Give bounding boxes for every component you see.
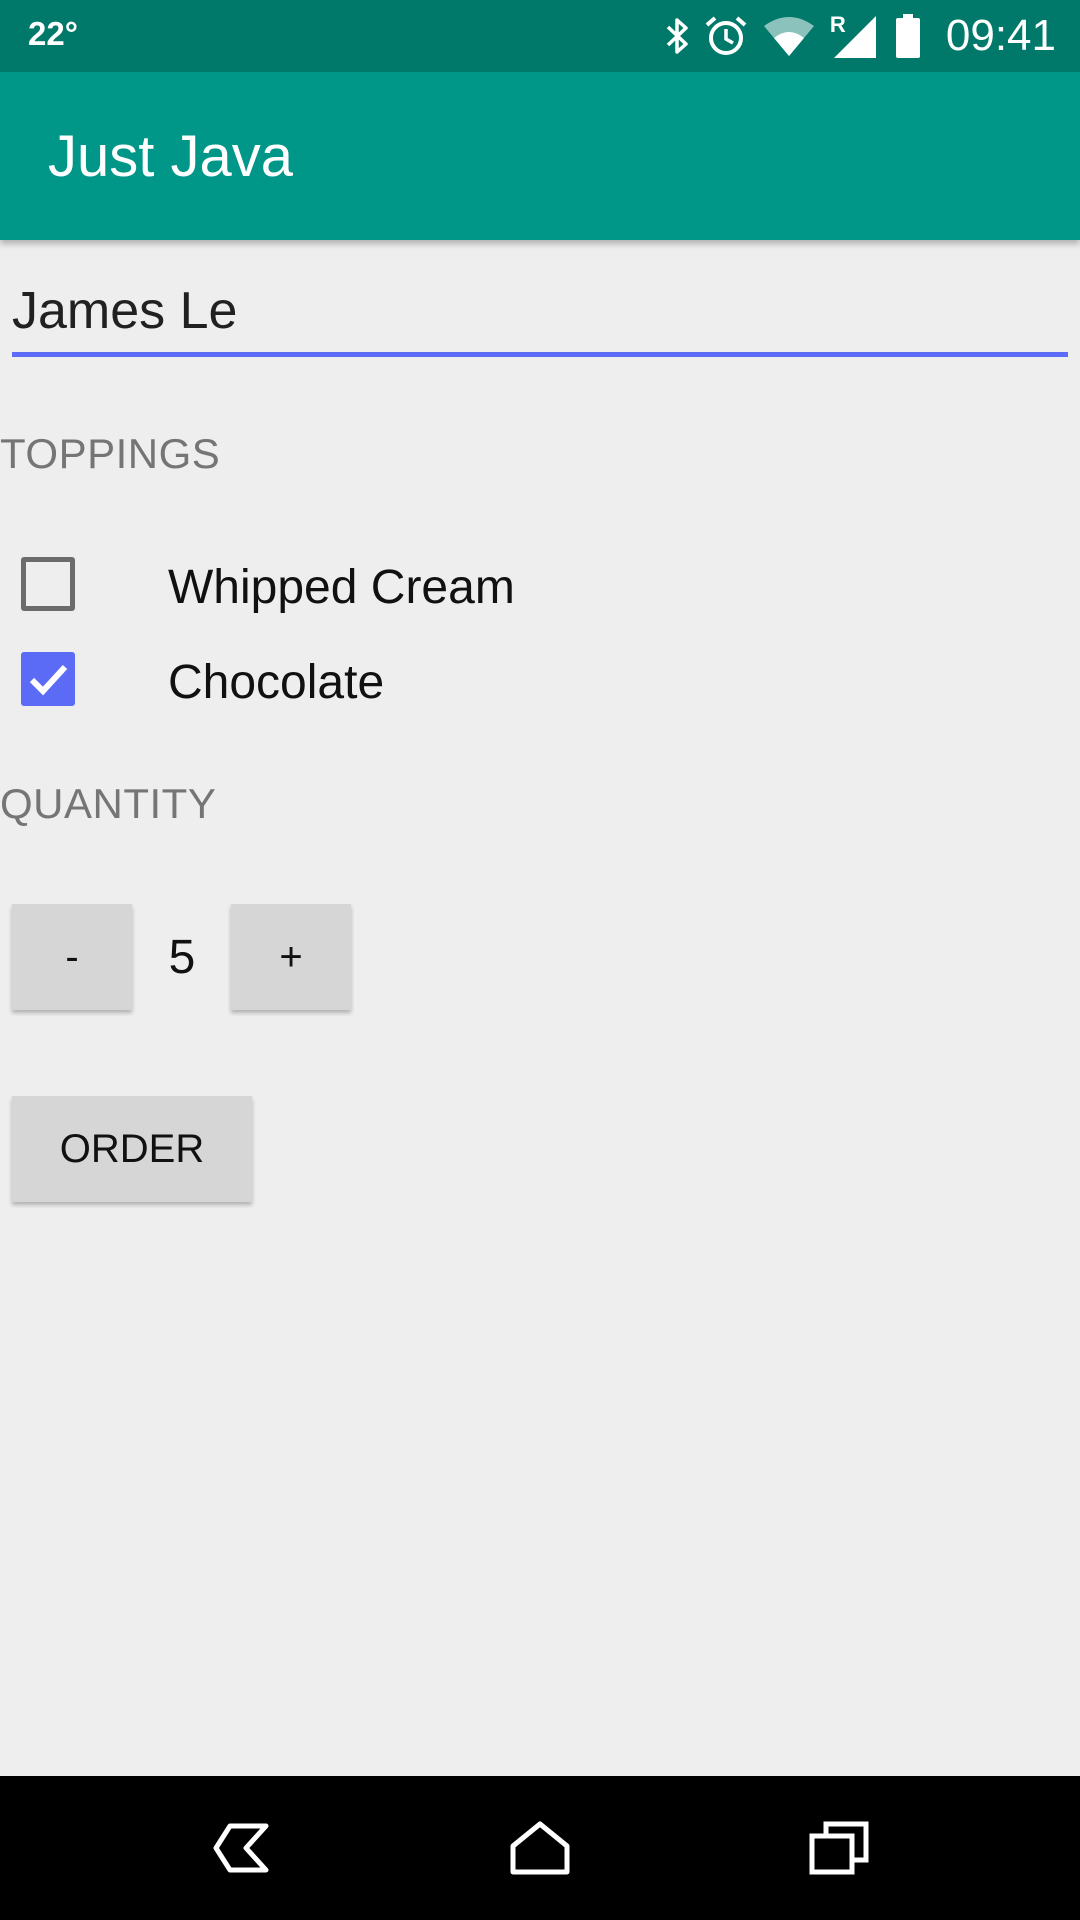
whipped-cream-checkbox[interactable] [21,557,75,611]
battery-icon [894,13,922,59]
status-bar: 22° R 09:41 [0,0,1080,72]
chocolate-label[interactable]: Chocolate [168,655,384,711]
chocolate-checkbox-row[interactable]: Chocolate [0,635,700,725]
whipped-cream-label[interactable]: Whipped Cream [168,560,515,616]
app-screen: 22° R 09:41 Just Java TOPPINGS [0,0,1080,1920]
decrement-button[interactable]: - [12,904,132,1010]
app-title: Just Java [48,124,293,189]
quantity-heading: QUANTITY [0,780,217,827]
name-input[interactable] [12,270,1068,357]
recents-icon[interactable] [790,1798,890,1898]
increment-button[interactable]: + [231,904,351,1010]
alarm-icon [704,14,748,58]
checkmark-icon [29,664,68,696]
order-button[interactable]: ORDER [12,1096,252,1202]
temperature-readout: 22° [28,15,78,52]
back-icon[interactable] [190,1798,290,1898]
clock-time: 09:41 [945,11,1056,60]
toppings-heading: TOPPINGS [0,430,221,477]
bluetooth-icon [664,16,690,56]
roaming-indicator: R [829,12,846,37]
navigation-bar [0,1776,1080,1920]
wifi-icon [762,14,816,58]
home-icon[interactable] [490,1798,590,1898]
signal-roaming-icon: R [830,12,880,60]
chocolate-checkbox[interactable] [21,652,75,706]
whipped-cream-checkbox-row[interactable]: Whipped Cream [0,540,700,630]
app-bar: Just Java [0,72,1080,240]
status-icons: R 09:41 [664,0,1056,72]
quantity-value: 5 [168,931,196,984]
